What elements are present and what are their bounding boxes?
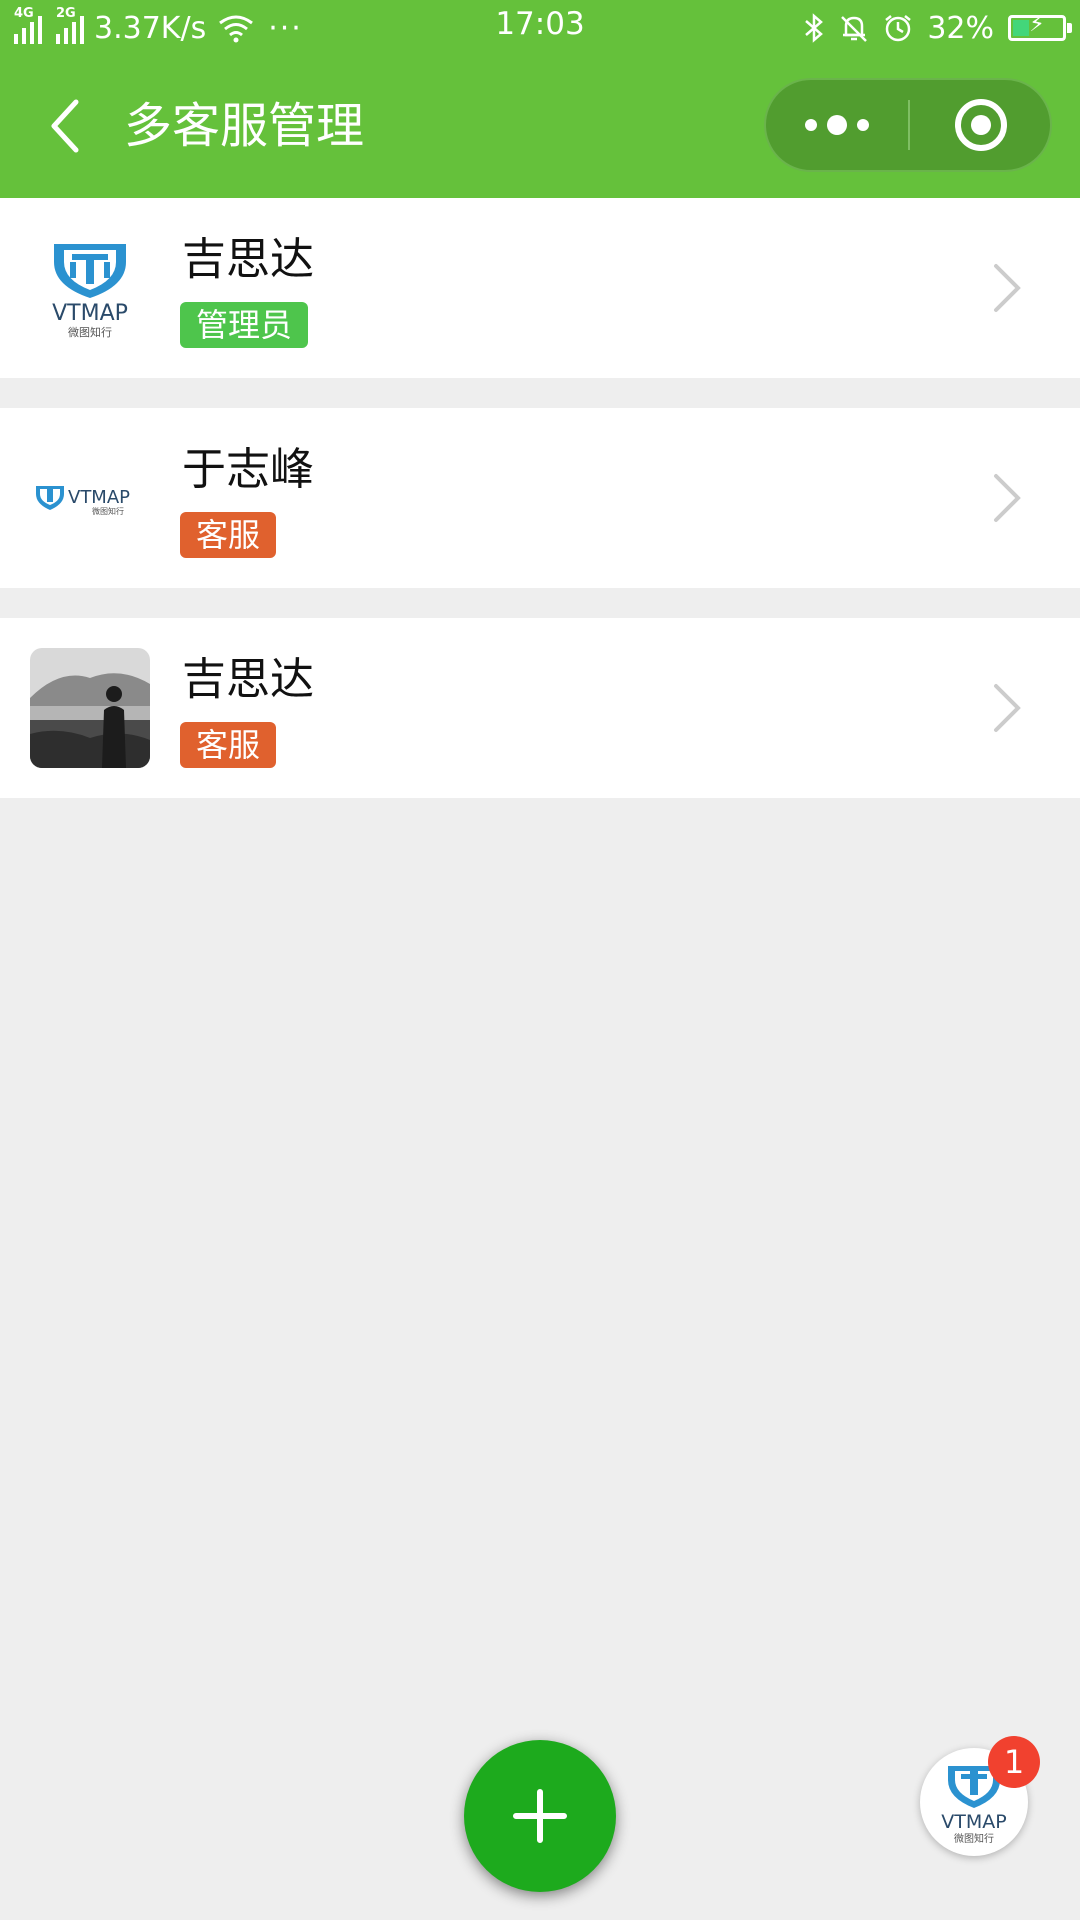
battery-percent: 32% <box>927 10 994 46</box>
role-badge: 客服 <box>180 722 277 768</box>
bluetooth-icon <box>805 13 824 43</box>
add-staff-button[interactable] <box>464 1740 616 1892</box>
alarm-icon <box>885 15 912 42</box>
chevron-right-icon <box>994 474 1021 522</box>
nav-bar: 多客服管理 <box>0 54 1080 198</box>
role-badge: 管理员 <box>180 302 309 348</box>
staff-name: 于志峰 <box>182 444 314 495</box>
notification-badge: 1 <box>988 1736 1040 1788</box>
battery-icon: ⚡ <box>1008 12 1072 41</box>
logo-subtext: 微图知行 <box>92 506 124 516</box>
header: 4G 2G 3.37K/s ··· 17:03 32% ⚡ 多客服管理 <box>0 0 1080 198</box>
list-item[interactable]: VTMAP 微图知行 吉思达 管理员 <box>0 198 1080 378</box>
landscape-photo-icon <box>30 648 150 768</box>
plus-icon <box>513 1789 567 1843</box>
vtmap-logo-wide-icon: VTMAP 微图知行 <box>36 486 130 516</box>
bell-muted-icon <box>841 16 868 42</box>
role-badge: 客服 <box>180 512 277 558</box>
status-bar: 4G 2G 3.37K/s ··· 17:03 32% ⚡ <box>0 0 1080 54</box>
avatar <box>30 648 150 768</box>
staff-name: 吉思达 <box>182 234 314 285</box>
mini-program-capsule <box>764 78 1052 172</box>
logo-subtext: 微图知行 <box>954 1832 994 1845</box>
status-right: 32% ⚡ <box>803 6 1072 50</box>
list-item[interactable]: 吉思达 客服 <box>0 618 1080 798</box>
avatar: VTMAP 微图知行 <box>30 438 150 558</box>
chevron-right-icon <box>994 684 1021 732</box>
logo-text: VTMAP <box>68 487 130 508</box>
staff-name: 吉思达 <box>182 654 314 705</box>
avatar: VTMAP 微图知行 <box>30 228 150 348</box>
target-icon[interactable] <box>910 80 1052 170</box>
logo-subtext: 微图知行 <box>68 325 112 339</box>
back-icon[interactable] <box>38 94 102 158</box>
page-title: 多客服管理 <box>124 98 365 154</box>
more-dots-icon[interactable] <box>766 80 908 170</box>
logo-text: VTMAP <box>941 1811 1006 1833</box>
chevron-right-icon <box>994 264 1021 312</box>
logo-text: VTMAP <box>52 301 128 326</box>
list-item[interactable]: VTMAP 微图知行 于志峰 客服 <box>0 408 1080 588</box>
vtmap-logo-icon: VTMAP 微图知行 <box>52 244 128 339</box>
